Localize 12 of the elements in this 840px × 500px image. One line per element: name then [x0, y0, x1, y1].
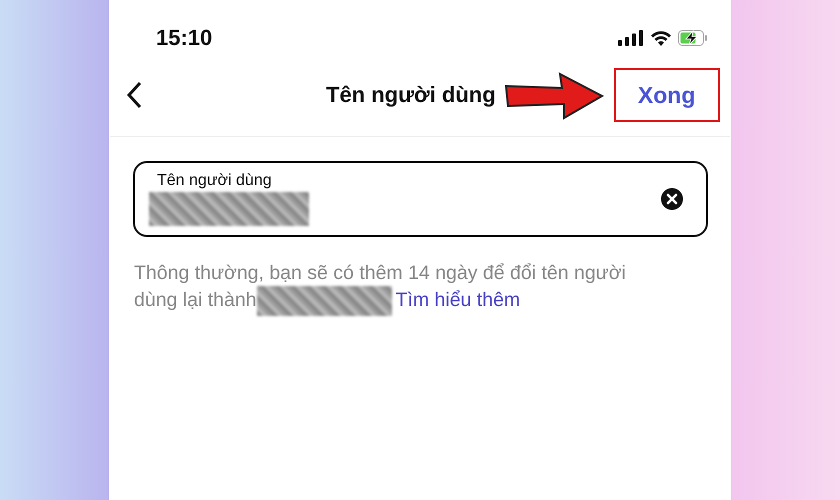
field-label: Tên người dùng	[156, 172, 273, 190]
status-time: 15:10	[156, 25, 212, 51]
pointer-arrow-icon	[504, 70, 604, 120]
done-button[interactable]: Xong	[634, 78, 700, 112]
page-title: Tên người dùng	[326, 82, 496, 108]
learn-more-link[interactable]: Tìm hiểu thêm	[396, 289, 520, 312]
battery-charging-icon	[678, 30, 708, 46]
wifi-icon	[650, 30, 672, 46]
clear-icon[interactable]	[660, 187, 684, 211]
signal-icon	[618, 30, 644, 46]
helper-text: Thông thường, bạn sẽ có thêm 14 ngày để đổi tên người dùng lại thành Tìm hiểu thêm	[134, 261, 660, 316]
username-field[interactable]: Tên người dùng	[133, 161, 708, 237]
